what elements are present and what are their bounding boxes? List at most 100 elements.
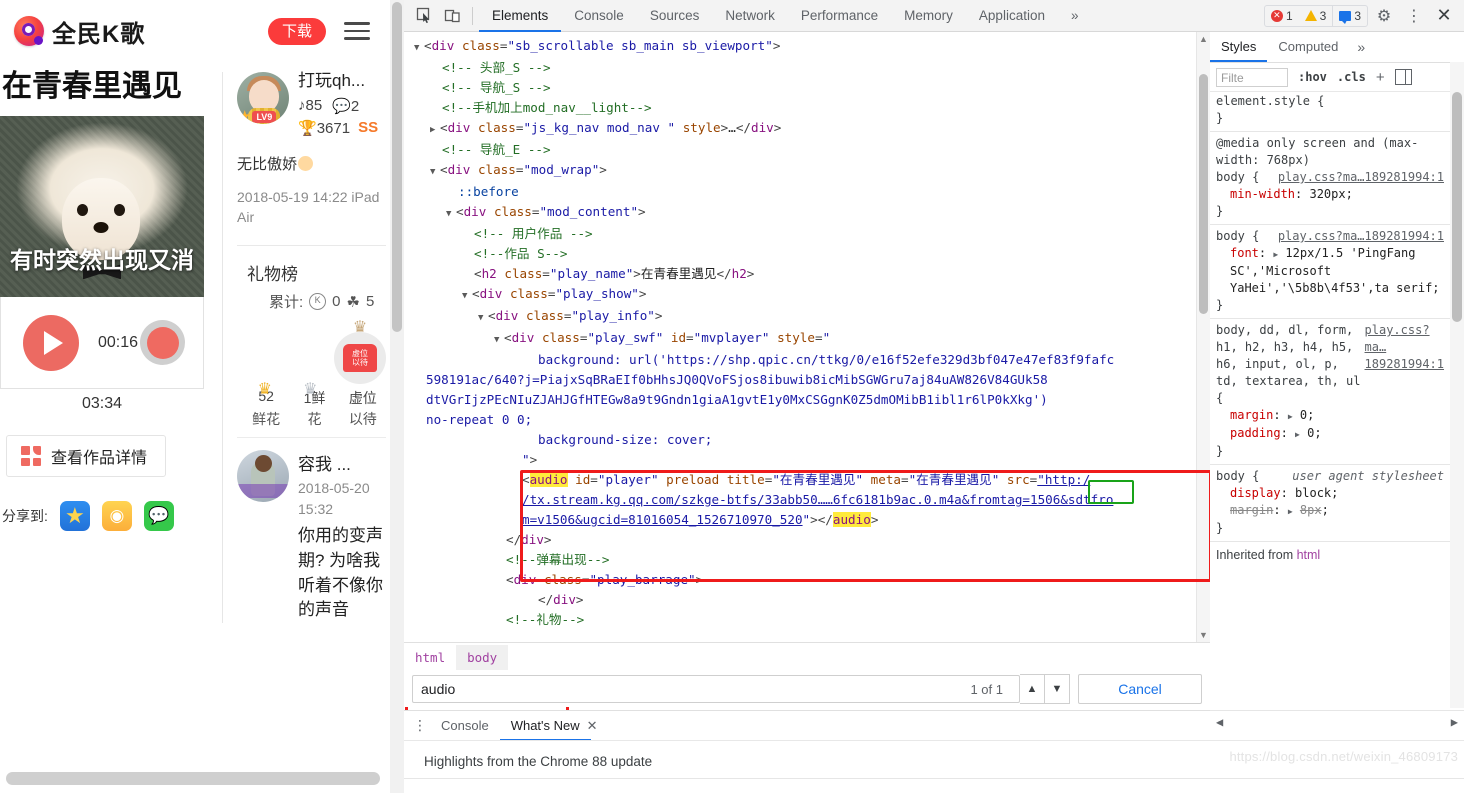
- rule-selector[interactable]: body {: [1216, 468, 1259, 485]
- style-declaration[interactable]: margin: ▶ 8px;: [1216, 502, 1444, 520]
- styles-tab[interactable]: Styles: [1210, 32, 1268, 62]
- dom-line[interactable]: dtVGrIjzPEcNIuZJAHJGfHTEGw8a9t9Gndn1giaA…: [404, 390, 1210, 410]
- search-cancel-button[interactable]: Cancel: [1078, 674, 1202, 704]
- scroll-left-arrow-icon[interactable]: ◀: [1216, 715, 1223, 729]
- style-declaration[interactable]: margin: ▶ 0;: [1216, 407, 1444, 425]
- style-rule[interactable]: body { play.css?ma…189281994:1 font: ▶ 12p…: [1210, 225, 1450, 319]
- drawer-tab-console[interactable]: Console: [430, 711, 500, 741]
- search-next-button[interactable]: ▼: [1045, 674, 1070, 704]
- dom-line[interactable]: <!-- 导航_E -->: [404, 140, 1210, 160]
- dom-tree-code[interactable]: ▼ <div class="sb_scrollable sb_main sb_vi…: [404, 32, 1210, 630]
- wechat-icon[interactable]: 💬: [143, 501, 174, 532]
- dom-scroll-thumb[interactable]: [1199, 74, 1208, 314]
- dom-line[interactable]: ▼ <div class="play_swf" id="mvplayer" sty…: [404, 328, 1210, 350]
- close-icon[interactable]: ✕: [1430, 3, 1458, 29]
- style-declaration[interactable]: min-width: 320px;: [1216, 186, 1444, 203]
- dom-line[interactable]: m=v1506&ugcid=81016054_1526710970_520"><…: [404, 510, 1210, 530]
- dom-line[interactable]: </div>: [404, 590, 1210, 610]
- breadcrumb-body[interactable]: body: [456, 644, 509, 670]
- issue-badges[interactable]: ✕ 1 3 3: [1263, 4, 1368, 27]
- style-rule[interactable]: @media only screen and (max-width: 768px…: [1210, 132, 1450, 225]
- rule-selector[interactable]: body {: [1216, 228, 1259, 245]
- dom-line[interactable]: /tx.stream.kg.qq.com/szkge-btfs/33abb50……: [404, 490, 1210, 510]
- styles-vertical-scrollbar[interactable]: [1450, 62, 1464, 708]
- dom-line[interactable]: ▼ <div class="mod_wrap">: [404, 160, 1210, 182]
- page-horizontal-scrollbar[interactable]: [6, 772, 380, 785]
- error-badge[interactable]: ✕ 1: [1265, 6, 1299, 26]
- dom-line[interactable]: background: url('https://shp.qpic.cn/ttk…: [404, 350, 1210, 370]
- dom-line[interactable]: <!-- 头部_S -->: [404, 58, 1210, 78]
- qzone-icon[interactable]: ★: [59, 501, 90, 532]
- style-rule[interactable]: body, dd, dl, form, h1, h2, h3, h4, h5, …: [1210, 319, 1450, 465]
- dom-line[interactable]: 598191ac/640?j=PiajxSqBRaEIf0bHhsJQ0QVoF…: [404, 370, 1210, 390]
- styles-rules-list[interactable]: element.style {} @media only screen and (…: [1210, 90, 1450, 708]
- gifter-item[interactable]: ♛: [334, 320, 386, 385]
- rule-source[interactable]: play.css?ma…189281994:1: [1365, 322, 1444, 407]
- dom-line[interactable]: <!--作品 S-->: [404, 244, 1210, 264]
- dom-line[interactable]: ▼ <div class="sb_scrollable sb_main sb_vi…: [404, 36, 1210, 58]
- song-cover-image[interactable]: 有时突然出现又消: [0, 116, 204, 298]
- dom-line[interactable]: ">: [404, 450, 1210, 470]
- scroll-down-arrow-icon[interactable]: ▼: [1198, 630, 1209, 640]
- dom-line[interactable]: <!-- 导航_S -->: [404, 78, 1210, 98]
- more-tabs-icon[interactable]: »: [1058, 0, 1092, 32]
- rule-selector[interactable]: body {: [1216, 169, 1259, 186]
- dom-line[interactable]: ▶ <div class="js_kg_nav mod_nav " style>……: [404, 118, 1210, 140]
- dom-line[interactable]: ▼ <div class="mod_content">: [404, 202, 1210, 224]
- scroll-right-arrow-icon[interactable]: ▶: [1451, 715, 1458, 729]
- style-declaration[interactable]: font: ▶ 12px/1.5 'PingFang SC','Microsof…: [1216, 245, 1444, 297]
- page-scroll-thumb[interactable]: [392, 2, 402, 332]
- drawer-menu-icon[interactable]: ⋮: [410, 717, 430, 734]
- style-rule[interactable]: body {user agent stylesheet display: bloc…: [1210, 465, 1450, 542]
- tab-sources[interactable]: Sources: [637, 0, 713, 32]
- message-badge[interactable]: 3: [1333, 6, 1367, 26]
- style-declaration[interactable]: padding: ▶ 0;: [1216, 425, 1444, 443]
- dom-tree-scrollbar[interactable]: ▲ ▼: [1196, 32, 1210, 642]
- styles-horizontal-scrollbar[interactable]: ◀ ▶: [1210, 710, 1464, 732]
- tab-application[interactable]: Application: [966, 0, 1058, 32]
- dom-line[interactable]: <!--手机加上mod_nav__light-->: [404, 98, 1210, 118]
- dom-line[interactable]: no-repeat 0 0;: [404, 410, 1210, 430]
- hamburger-menu-icon[interactable]: [344, 22, 370, 40]
- user-avatar[interactable]: ★ LV9: [237, 72, 289, 124]
- record-knob-icon[interactable]: [140, 320, 185, 366]
- dom-line[interactable]: ▼ <div class="play_show">: [404, 284, 1210, 306]
- drawer-close-icon[interactable]: ✕: [587, 718, 598, 734]
- dom-line[interactable]: <!-- 用户作品 -->: [404, 224, 1210, 244]
- view-detail-button[interactable]: 查看作品详情: [6, 435, 166, 478]
- device-toolbar-icon[interactable]: [438, 3, 466, 29]
- comment-avatar[interactable]: [237, 450, 289, 503]
- rule-source[interactable]: play.css?ma…189281994:1: [1278, 228, 1444, 245]
- dom-line[interactable]: <audio id="player" preload title="在青春里遇见…: [404, 470, 1210, 490]
- style-declaration[interactable]: display: block;: [1216, 485, 1444, 502]
- user-card[interactable]: ★ LV9 打玩qh... ♪85 💬2 🏆3671 SS: [237, 71, 386, 137]
- dom-line[interactable]: <h2 class="play_name">在青春里遇见</h2>: [404, 264, 1210, 284]
- weibo-icon[interactable]: ◉: [101, 501, 132, 532]
- drawer-tab-whats-new[interactable]: What's New: [499, 711, 591, 741]
- tab-performance[interactable]: Performance: [788, 0, 891, 32]
- dom-line[interactable]: ▼ <div class="play_info">: [404, 306, 1210, 328]
- scroll-up-arrow-icon[interactable]: ▲: [1198, 34, 1209, 44]
- download-button[interactable]: 下载: [267, 17, 326, 45]
- rule-selector[interactable]: element.style {: [1216, 93, 1444, 110]
- style-rule[interactable]: element.style {}: [1210, 90, 1450, 132]
- audio-player[interactable]: 00:16: [0, 297, 204, 390]
- dom-line[interactable]: background-size: cover;: [404, 430, 1210, 450]
- styles-more-icon[interactable]: »: [1349, 39, 1373, 55]
- gear-icon[interactable]: ⚙: [1370, 3, 1398, 29]
- class-toggle-button[interactable]: .cls: [1337, 70, 1366, 84]
- rule-selector[interactable]: body, dd, dl, form, h1, h2, h3, h4, h5, …: [1216, 322, 1361, 407]
- user-name[interactable]: 打玩qh...: [298, 71, 386, 91]
- rule-source[interactable]: play.css?ma…189281994:1: [1278, 169, 1444, 186]
- page-vertical-scrollbar[interactable]: [390, 0, 404, 793]
- inspect-cursor-icon[interactable]: [410, 3, 438, 29]
- dom-tree-pane[interactable]: ▼ <div class="sb_scrollable sb_main sb_vi…: [404, 32, 1211, 642]
- search-input[interactable]: audio 1 of 1: [412, 675, 1020, 703]
- tab-elements[interactable]: Elements: [479, 0, 562, 32]
- dom-line[interactable]: </div>: [404, 530, 1210, 550]
- play-button[interactable]: [23, 315, 79, 372]
- tab-memory[interactable]: Memory: [891, 0, 966, 32]
- kebab-menu-icon[interactable]: ⋮: [1400, 3, 1428, 29]
- brand-logo[interactable]: 全民K歌: [14, 14, 145, 49]
- tab-network[interactable]: Network: [712, 0, 788, 32]
